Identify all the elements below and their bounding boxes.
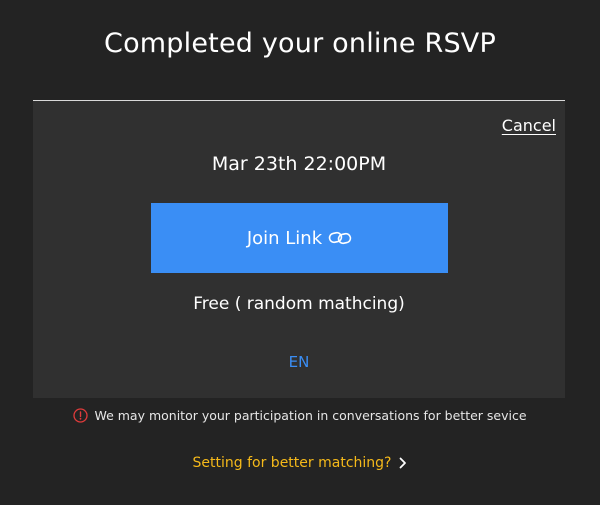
cancel-link[interactable]: Cancel — [502, 116, 556, 135]
chevron-right-icon — [399, 457, 407, 469]
page-title: Completed your online RSVP — [104, 28, 496, 59]
price-text: Free ( random mathcing) — [193, 294, 405, 314]
better-matching-link[interactable]: Setting for better matching? — [0, 455, 600, 471]
event-datetime: Mar 23th 22:00PM — [211, 153, 387, 175]
notice-text: We may monitor your participation in con… — [94, 408, 527, 423]
language-selector[interactable]: EN — [33, 353, 565, 371]
monitoring-notice: We may monitor your participation in con… — [0, 408, 600, 423]
alert-circle-icon — [73, 408, 89, 423]
join-link-button[interactable]: Join Link — [151, 203, 448, 273]
rsvp-card: Cancel Mar 23th 22:00PM Join Link Free (… — [33, 100, 565, 398]
better-matching-label: Setting for better matching? — [192, 455, 392, 471]
join-link-label: Join Link — [246, 227, 323, 249]
link-icon — [328, 231, 352, 245]
